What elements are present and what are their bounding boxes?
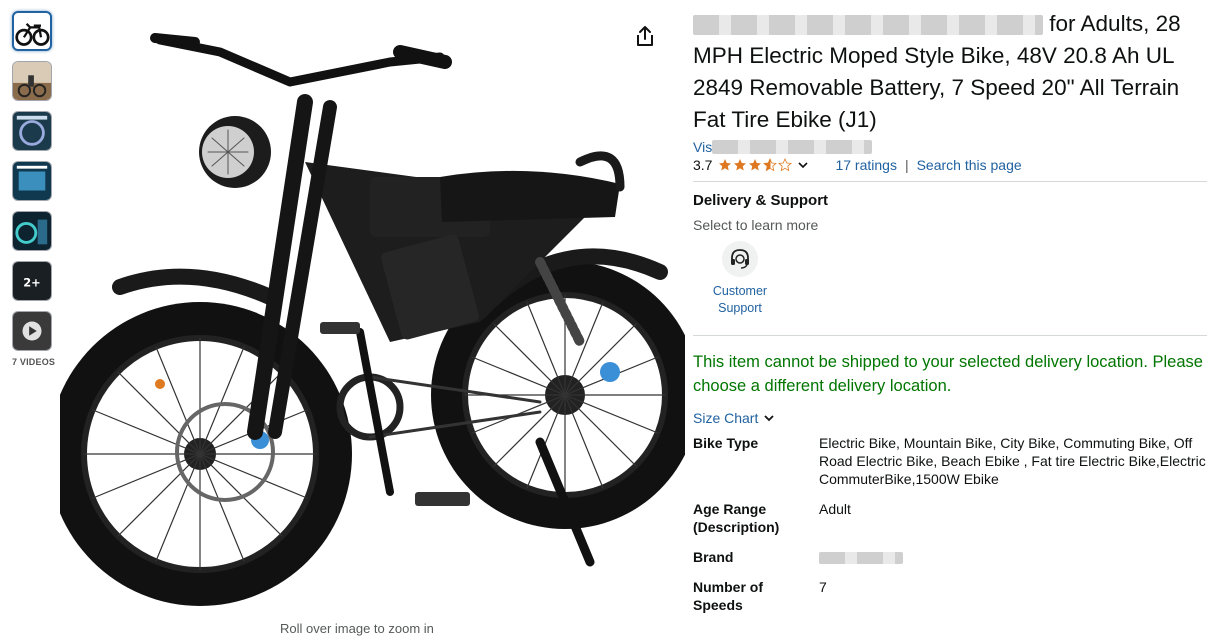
star-full-icon <box>749 159 762 171</box>
delivery-support-heading: Delivery & Support <box>693 192 829 209</box>
spec-row: Number of Speeds 7 <box>693 578 1207 626</box>
spec-value: Adult <box>819 501 851 517</box>
thumbnail-1[interactable] <box>12 11 52 51</box>
redacted-brand <box>819 552 903 565</box>
star-half-icon <box>763 158 778 172</box>
star-full-icon <box>734 159 747 171</box>
search-page-link[interactable]: Search this page <box>917 157 1022 173</box>
thumbnail-5[interactable] <box>12 211 52 251</box>
share-icon[interactable] <box>634 24 656 48</box>
spec-value: Electric Bike, Mountain Bike, City Bike,… <box>819 435 1206 487</box>
store-link[interactable]: Vis <box>693 139 1207 156</box>
rating-value: 3.7 <box>693 157 713 173</box>
star-empty-icon <box>778 158 793 172</box>
thumbnail-2[interactable] <box>12 61 52 101</box>
thumbnail-video[interactable] <box>12 311 52 351</box>
divider <box>693 335 1207 336</box>
headset-icon <box>722 241 758 277</box>
star-full-icon <box>719 159 732 171</box>
product-main-image[interactable] <box>60 12 685 629</box>
delivery-support-subtext: Select to learn more <box>693 217 819 233</box>
thumbnail-4[interactable] <box>12 161 52 201</box>
chevron-down-icon[interactable] <box>796 158 810 172</box>
specs-table: Bike Type Electric Bike, Mountain Bike, … <box>693 434 1207 626</box>
product-details: for Adults, 28 MPH Electric Moped Style … <box>693 0 1207 626</box>
thumbnail-6[interactable]: 2+ <box>12 261 52 301</box>
spec-value: 7 <box>819 579 827 595</box>
customer-support-label-1[interactable]: Customer <box>693 283 787 300</box>
spec-key: Age Range (Description) <box>693 501 780 535</box>
redacted-store-name <box>712 140 873 154</box>
delivery-warning: This item cannot be shipped to your sele… <box>693 353 1203 395</box>
customer-support-label-2[interactable]: Support <box>693 300 787 317</box>
size-chart-link[interactable]: Size Chart <box>693 410 1207 426</box>
spec-row: Brand <box>693 548 1207 578</box>
spec-key: Bike Type <box>693 435 759 451</box>
divider <box>693 181 1207 182</box>
product-title: for Adults, 28 MPH Electric Moped Style … <box>693 11 1181 132</box>
spec-row: Age Range (Description) Adult <box>693 500 1207 548</box>
ratings-count-link[interactable]: 17 ratings <box>835 157 896 173</box>
spec-key: Number of Speeds <box>693 579 763 613</box>
thumbnail-3[interactable] <box>12 111 52 151</box>
thumbnail-strip: 2+ 7 VIDEOS <box>12 11 56 367</box>
spec-key: Brand <box>693 549 734 565</box>
star-rating[interactable] <box>718 158 811 172</box>
customer-support-button[interactable]: Customer Support <box>693 241 787 317</box>
videos-count-label[interactable]: 7 VIDEOS <box>12 357 56 367</box>
chevron-down-icon <box>764 415 774 422</box>
rating-row: 3.7 17 ratings | Search this page <box>693 157 1207 173</box>
spec-value-redacted <box>819 548 1207 578</box>
redacted-title-start <box>693 15 1043 36</box>
spec-row: Bike Type Electric Bike, Mountain Bike, … <box>693 434 1207 500</box>
rating-separator: | <box>904 157 909 173</box>
svg-text:2+: 2+ <box>23 276 40 290</box>
